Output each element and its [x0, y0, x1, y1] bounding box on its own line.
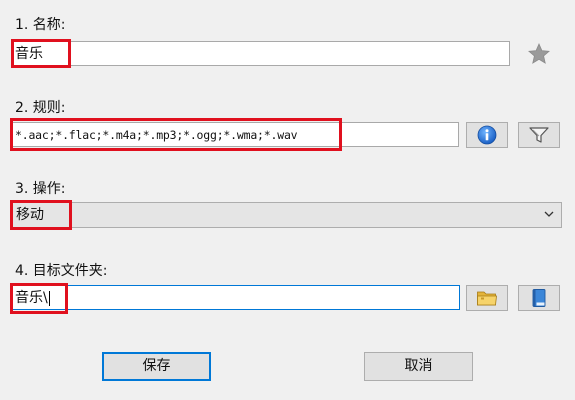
cancel-button[interactable]: 取消: [364, 352, 473, 381]
chevron-down-icon: [544, 211, 554, 217]
target-folder-input[interactable]: 音乐\: [11, 285, 460, 310]
bookmarks-button[interactable]: [518, 285, 560, 311]
info-button[interactable]: [466, 122, 508, 148]
star-icon[interactable]: [527, 42, 551, 66]
name-label: 1. 名称:: [15, 17, 66, 33]
operation-highlight-box: [10, 200, 72, 230]
name-highlight-box: [11, 39, 71, 68]
book-icon: [532, 289, 546, 307]
filter-icon: [529, 127, 549, 143]
folder-icon: [477, 291, 497, 306]
target-folder-highlight-box: [10, 283, 68, 314]
browse-folder-button[interactable]: [466, 285, 508, 311]
target-folder-label: 4. 目标文件夹:: [15, 263, 108, 279]
save-button[interactable]: 保存: [102, 352, 211, 381]
rules-highlight-box: [10, 118, 342, 151]
info-icon: [477, 125, 497, 145]
operation-label: 3. 操作:: [15, 181, 66, 197]
filter-button[interactable]: [518, 122, 560, 148]
operation-select[interactable]: 移动: [11, 202, 562, 228]
rules-label: 2. 规则:: [15, 100, 66, 116]
name-input[interactable]: 音乐: [11, 41, 510, 66]
